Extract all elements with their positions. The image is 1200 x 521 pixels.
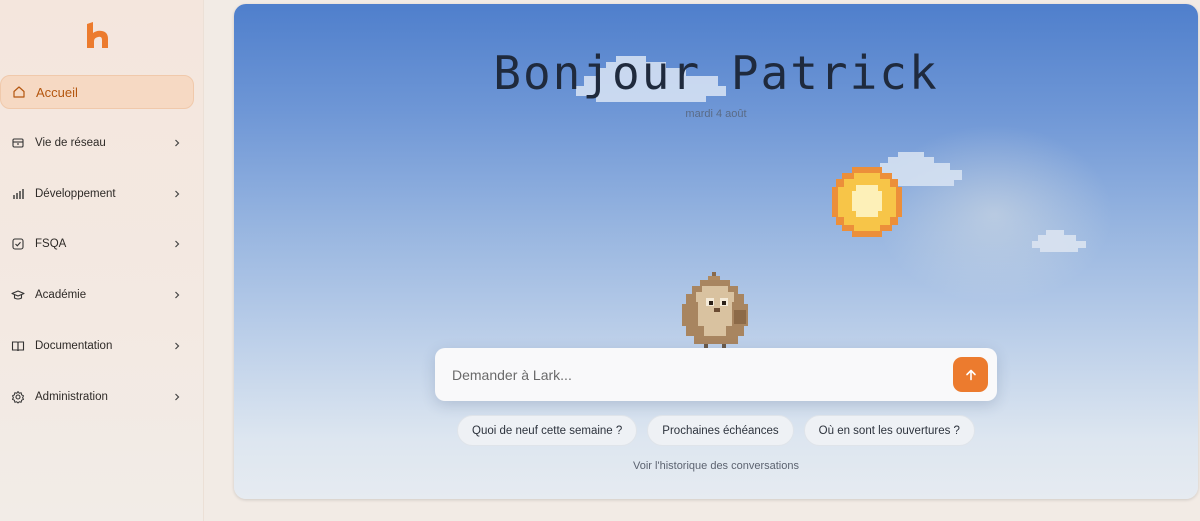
sun-icon [832, 167, 902, 237]
sidebar-item-label: Administration [35, 391, 108, 403]
sidebar-item-label: Vie de réseau [35, 137, 106, 149]
bird-mascot-icon [682, 272, 748, 350]
current-date: mardi 4 août [685, 108, 747, 120]
sidebar-item-accueil[interactable]: Accueil [0, 75, 194, 109]
gear-icon [11, 390, 25, 404]
ask-lark-box [435, 348, 997, 401]
checkbox-icon [11, 237, 25, 251]
sidebar-item-label: Accueil [36, 84, 78, 100]
book-icon [11, 339, 25, 353]
chevron-right-icon [172, 341, 182, 351]
home-panel: Bonjour Patrick mardi 4 août Demander à … [234, 4, 1198, 499]
suggestion-chip[interactable]: Prochaines échéances [647, 415, 794, 446]
logo-icon[interactable] [84, 20, 112, 52]
box-icon [11, 136, 25, 150]
sidebar-item-label: Documentation [35, 340, 113, 352]
page-title: Bonjour Patrick [493, 46, 939, 100]
sidebar-item-label: Développement [35, 188, 116, 200]
sun-glow [874, 124, 1114, 304]
chevron-right-icon [172, 290, 182, 300]
chevron-right-icon [172, 392, 182, 402]
graduation-cap-icon [11, 288, 25, 302]
chevron-right-icon [172, 189, 182, 199]
home-icon [12, 85, 26, 99]
chart-icon [11, 187, 25, 201]
sidebar-item-academie[interactable]: Académie [0, 278, 194, 312]
send-button[interactable] [953, 357, 988, 392]
sidebar: Accueil Vie de réseau Développement FSQA [0, 0, 204, 521]
sidebar-item-label: FSQA [35, 238, 67, 250]
arrow-up-icon [965, 369, 976, 380]
sidebar-item-administration[interactable]: Administration [0, 380, 194, 414]
sidebar-item-developpement[interactable]: Développement [0, 177, 194, 211]
sidebar-item-vie-de-reseau[interactable]: Vie de réseau [0, 126, 194, 160]
sidebar-item-documentation[interactable]: Documentation [0, 329, 194, 363]
ask-lark-input[interactable] [452, 366, 953, 383]
suggestion-chip[interactable]: Où en sont les ouvertures ? [803, 415, 975, 446]
sidebar-item-label: Académie [35, 289, 87, 301]
cloud-icon [1032, 230, 1086, 252]
chevron-right-icon [172, 239, 182, 249]
sidebar-item-fsqa[interactable]: FSQA [0, 227, 194, 261]
suggestion-chip[interactable]: Quoi de neuf cette semaine ? [457, 415, 638, 446]
chevron-right-icon [172, 138, 182, 148]
suggestion-chips: Quoi de neuf cette semaine ? Prochaines … [234, 415, 1198, 446]
conversation-history-link[interactable]: Voir l'historique des conversations [234, 460, 1198, 472]
